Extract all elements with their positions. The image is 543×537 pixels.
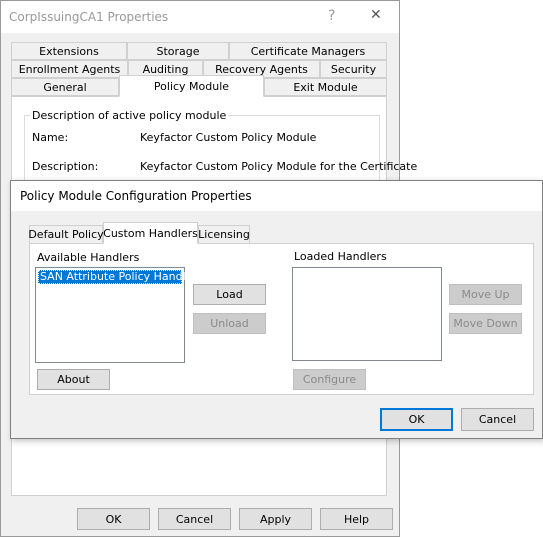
tab-extensions[interactable]: Extensions [11, 42, 127, 60]
list-item-label: SAN Attribute Policy Handler [40, 270, 197, 283]
loaded-handlers-list[interactable] [292, 267, 442, 361]
tab-general[interactable]: General [11, 78, 119, 96]
move-down-button[interactable]: Move Down [449, 313, 522, 334]
tab-licensing[interactable]: Licensing [198, 225, 250, 244]
description-label: Description: [32, 160, 99, 173]
name-value: Keyfactor Custom Policy Module [140, 131, 317, 144]
load-button[interactable]: Load [193, 284, 266, 305]
available-handlers-label: Available Handlers [37, 251, 140, 264]
description-value: Keyfactor Custom Policy Module for the C… [140, 160, 418, 173]
move-up-button[interactable]: Move Up [449, 284, 522, 305]
ok-button[interactable]: OK [77, 508, 150, 530]
name-label: Name: [32, 131, 69, 144]
config-ok-button[interactable]: OK [380, 408, 453, 431]
tab-custom-handlers[interactable]: Custom Handlers [103, 222, 198, 244]
unload-button[interactable]: Unload [193, 313, 266, 334]
tab-enrollment-agents[interactable]: Enrollment Agents [11, 60, 128, 78]
cancel-button[interactable]: Cancel [158, 508, 231, 530]
configure-button[interactable]: Configure [293, 369, 366, 390]
help-icon[interactable]: ? [328, 8, 335, 24]
close-icon[interactable]: ✕ [370, 7, 382, 23]
config-title-bar: Policy Module Configuration Properties [11, 181, 542, 211]
tab-exit-module[interactable]: Exit Module [264, 78, 387, 96]
tab-policy-module[interactable]: Policy Module [119, 75, 264, 97]
available-handlers-list[interactable]: SAN Attribute Policy Handler [35, 267, 197, 363]
config-dialog-title: Policy Module Configuration Properties [20, 189, 252, 203]
window-title: CorpIssuingCA1 Properties [9, 10, 169, 24]
tab-storage[interactable]: Storage [127, 42, 229, 60]
tab-security[interactable]: Security [320, 60, 387, 78]
custom-handlers-page: Available Handlers SAN Attribute Policy … [29, 243, 534, 395]
tab-certificate-managers[interactable]: Certificate Managers [229, 42, 387, 60]
config-cancel-button[interactable]: Cancel [461, 408, 534, 431]
loaded-handlers-label: Loaded Handlers [294, 250, 387, 263]
tab-default-policy[interactable]: Default Policy [28, 225, 104, 244]
description-group-label: Description of active policy module [30, 109, 229, 122]
properties-title-bar: CorpIssuingCA1 Properties ? ✕ [1, 1, 399, 33]
config-dialog: Policy Module Configuration Properties D… [10, 180, 543, 439]
help-button[interactable]: Help [320, 508, 393, 530]
list-item[interactable]: SAN Attribute Policy Handler [38, 270, 197, 284]
apply-button[interactable]: Apply [239, 508, 312, 530]
about-button[interactable]: About [37, 369, 110, 390]
